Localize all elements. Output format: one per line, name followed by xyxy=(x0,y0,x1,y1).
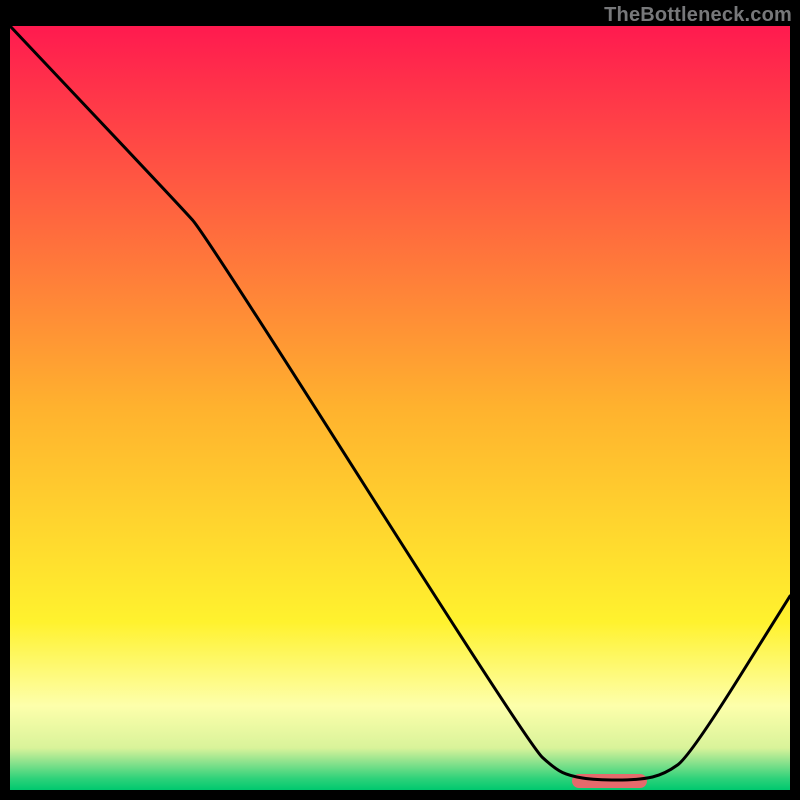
bottleneck-curve xyxy=(10,26,790,790)
watermark-text: TheBottleneck.com xyxy=(604,4,792,27)
plot-area xyxy=(10,26,790,790)
chart-black-frame: TheBottleneck.com xyxy=(0,0,800,800)
